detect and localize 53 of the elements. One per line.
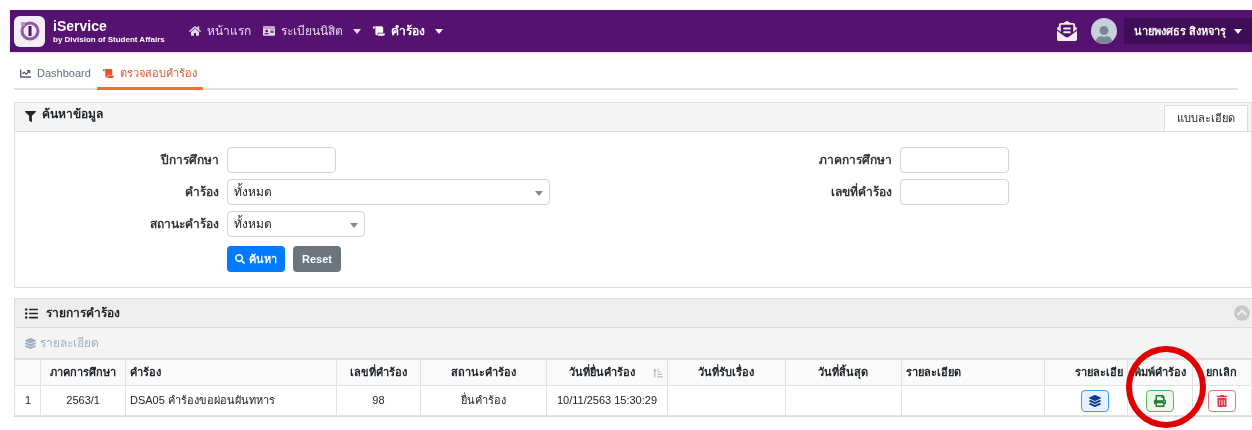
- panel-title: ค้นหาข้อมูล: [42, 106, 103, 123]
- panel-title: รายการคำร้อง: [46, 305, 120, 322]
- collapse-icon[interactable]: [1234, 305, 1250, 321]
- detail-button[interactable]: [1080, 389, 1109, 412]
- list-icon: [25, 306, 38, 320]
- select-field[interactable]: ทั้งหมด: [227, 178, 550, 205]
- logo-icon: [14, 15, 45, 47]
- caret-icon: [350, 222, 358, 228]
- field-label: เลขที่คำร้อง: [830, 182, 892, 201]
- table-cell: 2563/1: [66, 394, 100, 407]
- search-button[interactable]: ค้นหา: [227, 246, 285, 272]
- layers-icon: [1088, 394, 1101, 407]
- select-field[interactable]: ทั้งหมด: [227, 210, 365, 237]
- tab[interactable]: Dashboard: [14, 60, 97, 90]
- table-cell: DSA05 คำร้องขอผ่อนผันทหาร: [129, 394, 275, 407]
- scroll-icon: [372, 25, 385, 37]
- id-card-icon: [262, 25, 275, 37]
- input-field[interactable]: [900, 178, 1009, 205]
- delete-button[interactable]: [1207, 389, 1236, 412]
- field-label: ปีการศึกษา: [159, 151, 219, 169]
- search-icon: [235, 254, 245, 264]
- mail-icon[interactable]: [1056, 21, 1077, 41]
- table-cell: 98: [372, 394, 385, 407]
- layers-icon: [25, 337, 36, 349]
- field-label: คำร้อง: [184, 183, 219, 201]
- user-menu[interactable]: นายพงศธร สิงหจารุ: [1123, 18, 1252, 44]
- filter-icon: [25, 111, 36, 122]
- scroll-icon: [102, 68, 114, 79]
- input-field[interactable]: [227, 146, 336, 173]
- tab[interactable]: ตรวจสอบคำร้อง: [96, 60, 203, 90]
- nav-link[interactable]: คำร้อง: [372, 22, 443, 40]
- home-icon: [188, 25, 201, 37]
- field-label: ภาคการศึกษา: [818, 151, 892, 169]
- reset-button[interactable]: Reset: [293, 246, 341, 272]
- print-button[interactable]: [1145, 389, 1174, 412]
- brand-subtitle: by Division of Student Affairs: [53, 35, 165, 44]
- section-label: รายละเอียด: [40, 335, 99, 352]
- caret-icon: [535, 190, 543, 196]
- trash-icon: [1215, 394, 1228, 407]
- chart-icon: [20, 68, 31, 79]
- table-cell: 1: [25, 394, 32, 407]
- avatar-icon: [1090, 18, 1117, 44]
- sort-icon[interactable]: [652, 367, 663, 378]
- print-icon: [1153, 394, 1166, 407]
- input-field[interactable]: [900, 146, 1009, 173]
- brand-name: iService: [53, 18, 108, 33]
- nav-link[interactable]: ระเบียนนิสิต: [262, 22, 361, 40]
- table-cell: ยื่นคำร้อง: [461, 394, 507, 407]
- side-tab[interactable]: แบบละเอียด: [1164, 105, 1248, 131]
- table-cell: 10/11/2563 15:30:29: [556, 394, 658, 407]
- caret-icon: [1234, 28, 1242, 34]
- field-label: สถานะคำร้อง: [149, 215, 219, 233]
- nav-link[interactable]: หน้าแรก: [188, 22, 251, 40]
